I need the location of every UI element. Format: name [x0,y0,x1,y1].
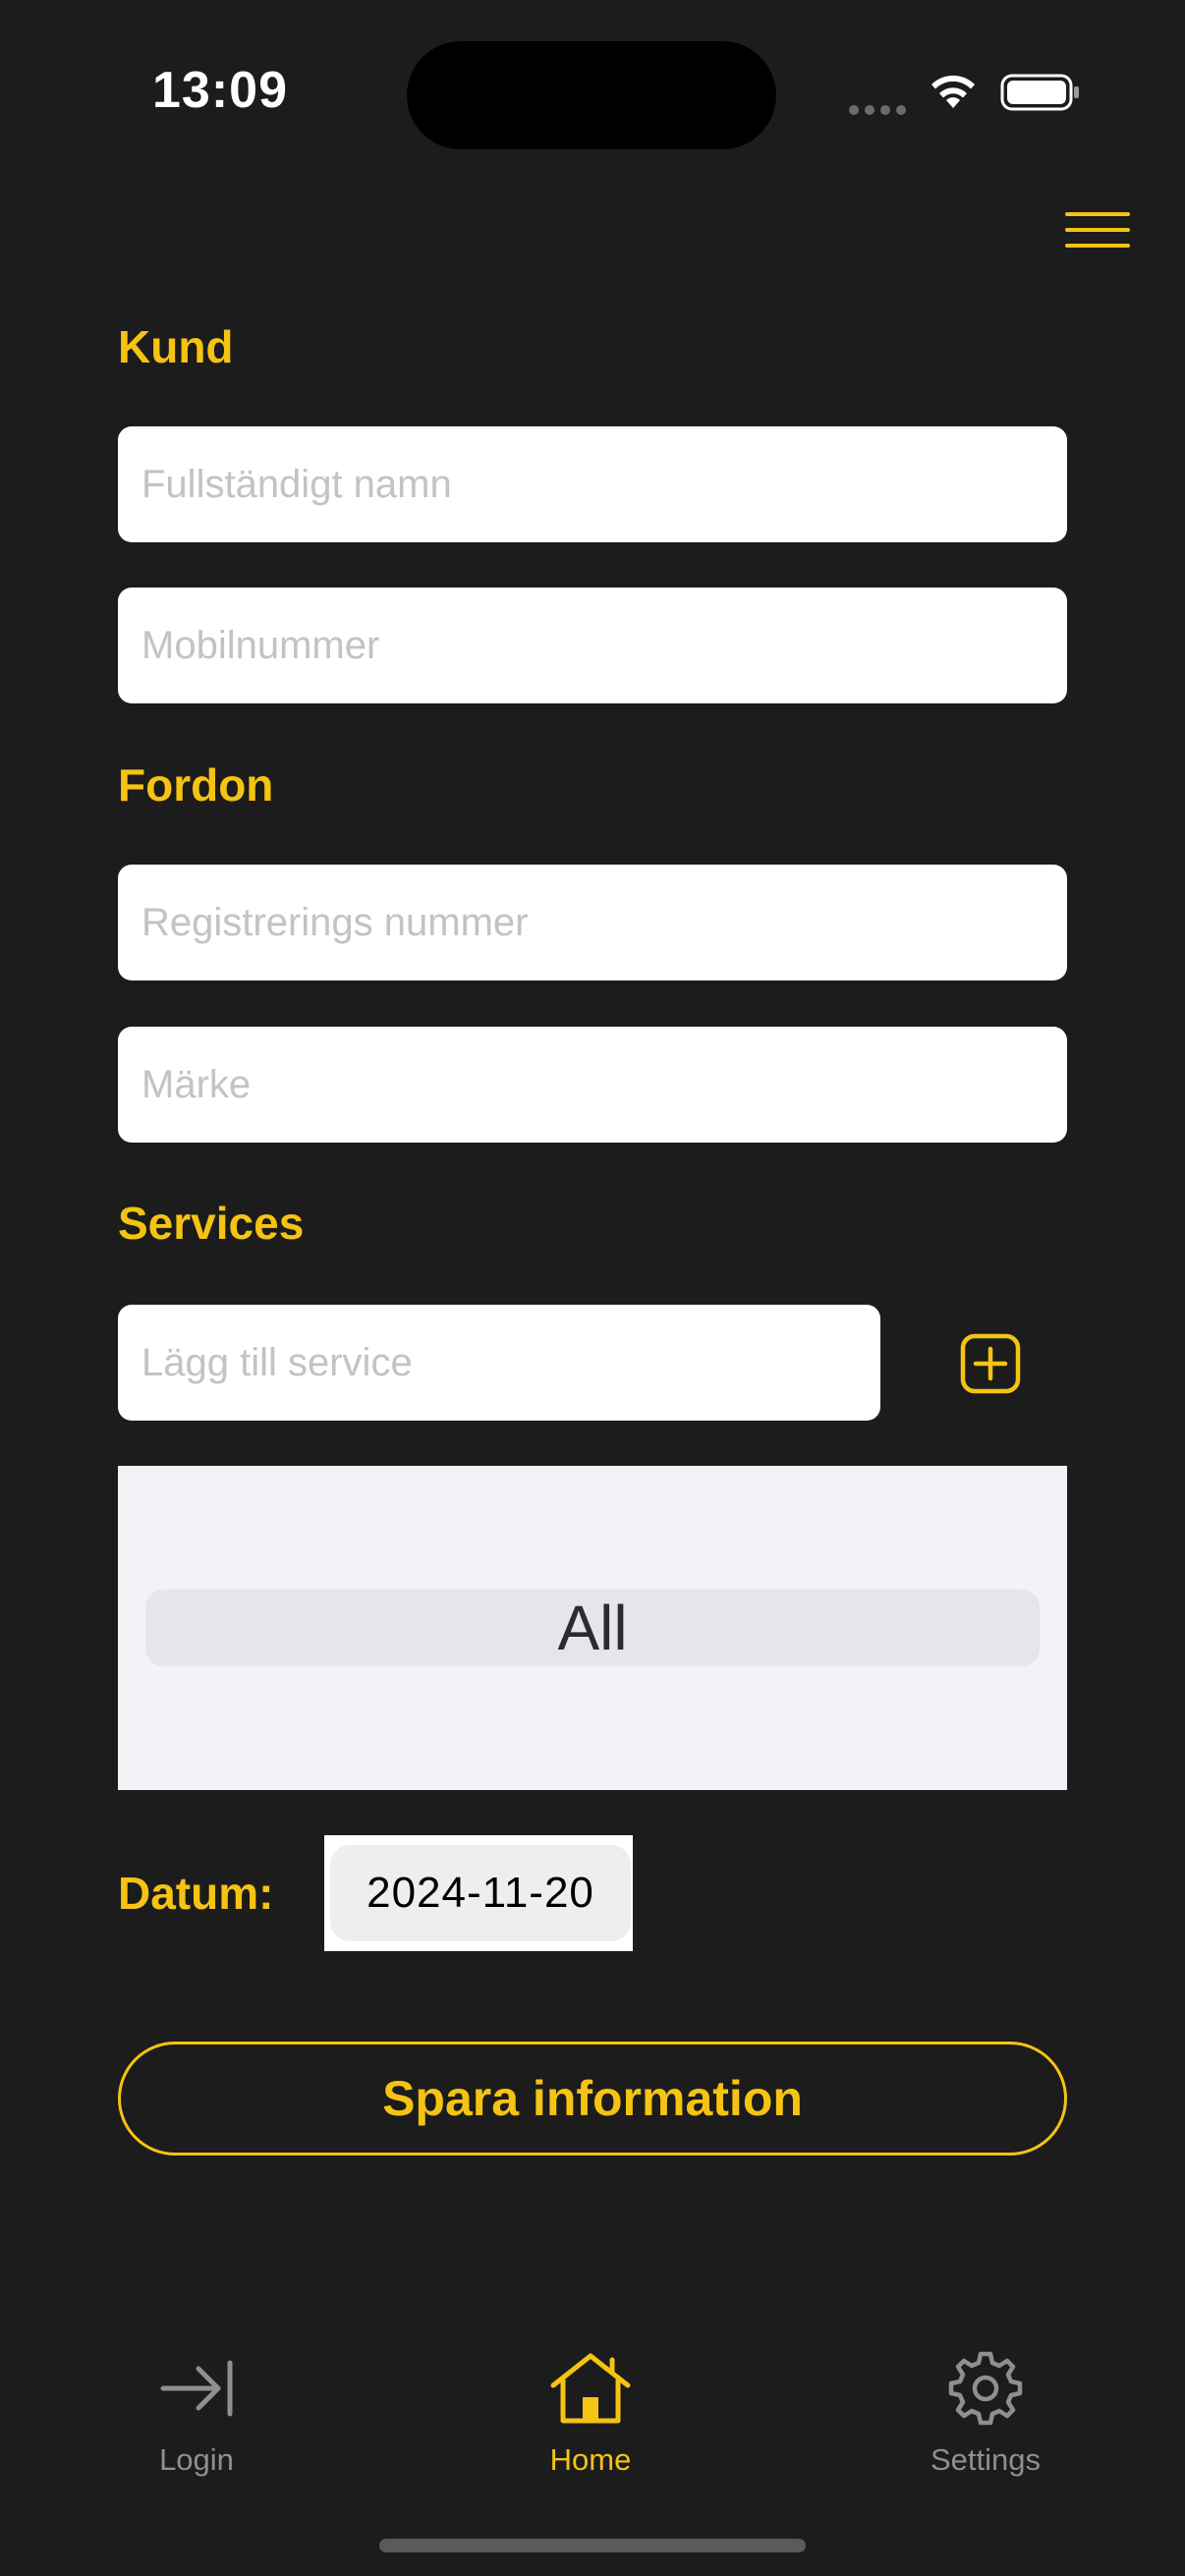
brand-field[interactable] [118,1027,1067,1143]
dynamic-island [407,41,776,149]
save-button[interactable]: Spara information [118,2042,1067,2156]
tab-home-label: Home [549,2442,632,2477]
tab-login[interactable]: Login [88,2346,305,2478]
wifi-icon [928,73,979,117]
full-name-input[interactable] [140,461,1067,508]
service-field[interactable] [118,1305,880,1421]
gear-icon [877,2346,1094,2431]
customer-section-title: Kund [118,321,234,372]
house-icon [482,2346,699,2431]
registration-field[interactable] [118,865,1067,980]
full-name-field[interactable] [118,426,1067,542]
login-arrow-icon [88,2346,305,2431]
status-time: 13:09 [152,62,288,119]
battery-icon [1000,73,1081,117]
date-label: Datum: [118,1868,274,1919]
tab-home[interactable]: Home [482,2346,699,2478]
services-picker-selected-row[interactable]: All [145,1590,1040,1666]
phone-field[interactable] [118,588,1067,703]
date-picker-button[interactable]: 2024-11-20 [330,1845,631,1941]
phone-input[interactable] [140,622,1067,669]
home-indicator [379,2539,806,2552]
service-input[interactable] [140,1339,880,1386]
vehicle-section-title: Fordon [118,759,274,811]
cellular-signal-icon [849,102,912,120]
brand-input[interactable] [140,1061,1067,1108]
tab-settings-label: Settings [930,2442,1041,2477]
add-service-icon[interactable] [959,1332,1022,1395]
hamburger-menu-icon[interactable] [1065,212,1130,252]
tab-login-label: Login [159,2442,234,2477]
registration-input[interactable] [140,899,1067,946]
services-section-title: Services [118,1198,305,1249]
tab-settings[interactable]: Settings [877,2346,1094,2478]
